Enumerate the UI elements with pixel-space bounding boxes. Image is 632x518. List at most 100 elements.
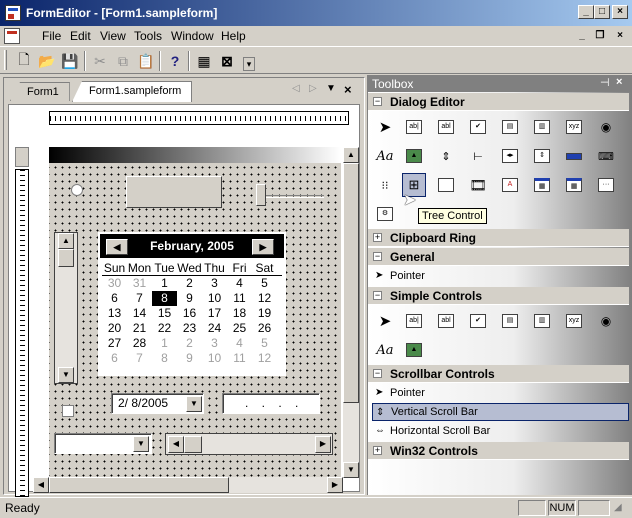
designer-scroll-right-icon[interactable]: ▶ (327, 477, 343, 493)
combo-box[interactable]: ▼ (54, 433, 152, 454)
copy-icon[interactable]: ⧉ (113, 51, 133, 71)
previous-month-button[interactable]: ◀ (106, 239, 128, 255)
calendar-day[interactable]: 11 (227, 291, 252, 306)
toolbox-close-icon[interactable]: × (616, 76, 622, 88)
static-text-icon[interactable]: ab| (402, 309, 426, 333)
ip-address-field[interactable]: . . . . (222, 393, 320, 414)
date-picker[interactable]: 2/ 8/2005 ▼ (111, 393, 204, 414)
tree-tool-icon[interactable]: ⊢ (466, 144, 490, 168)
calendar-day[interactable]: 10 (202, 291, 227, 306)
scroll-down-icon[interactable]: ▼ (58, 367, 74, 383)
expand-icon[interactable]: + (373, 446, 382, 455)
general-pointer-item[interactable]: ➤ Pointer (372, 267, 629, 285)
vertical-scrollbar-control[interactable]: ▲ ▼ (54, 232, 78, 384)
hotkey-tool-icon[interactable]: ⌨ (594, 144, 618, 168)
spin-tool-icon[interactable]: ⇕ (434, 144, 458, 168)
combo-dropdown-icon[interactable]: ▼ (133, 436, 149, 452)
collapse-icon[interactable]: − (373, 252, 382, 261)
checkbox-tool-icon[interactable]: ✔ (466, 115, 490, 139)
designer-vscroll-thumb[interactable] (343, 163, 359, 403)
calendar-day[interactable]: 3 (202, 336, 227, 351)
cut-icon[interactable]: ✂ (90, 51, 110, 71)
ip-address-tool-icon[interactable]: ··· (594, 173, 618, 197)
calendar-day[interactable]: 12 (252, 291, 277, 306)
expand-icon[interactable]: + (373, 233, 382, 242)
calendar-day[interactable]: 2 (177, 276, 202, 291)
month-calendar[interactable]: ◀ February, 2005 ▶ Sun Mon Tue Wed Thu Fri Sat… (98, 232, 286, 376)
calendar-day[interactable]: 5 (252, 276, 277, 291)
list-box-icon[interactable]: ▥ (530, 115, 554, 139)
static-text-icon[interactable]: ab| (402, 115, 426, 139)
calendar-day[interactable]: 19 (252, 306, 277, 321)
calendar-day[interactable]: 8 (152, 351, 177, 366)
calendar-day[interactable]: 12 (252, 351, 277, 366)
calendar-day[interactable]: 7 (127, 291, 152, 306)
menu-view[interactable]: View (100, 29, 126, 43)
help-icon[interactable]: ? (165, 51, 185, 71)
picture-tool-icon[interactable]: ▲ (402, 338, 426, 362)
scroll-thumb[interactable] (58, 249, 74, 267)
calendar-day[interactable]: 9 (177, 291, 202, 306)
list-box-icon[interactable]: ▥ (530, 309, 554, 333)
radio-button[interactable] (71, 184, 83, 196)
designer-horizontal-scrollbar[interactable]: ◀ ▶ (33, 477, 343, 493)
close-window-icon[interactable]: ⊠ (217, 51, 237, 71)
group-scrollbar-controls[interactable]: − Scrollbar Controls (368, 365, 629, 383)
calendar-day[interactable]: 6 (102, 291, 127, 306)
calendar-day[interactable]: 28 (127, 336, 152, 351)
calendar-day[interactable]: 14 (127, 306, 152, 321)
calendar-day[interactable]: 18 (227, 306, 252, 321)
calendar-day[interactable]: 11 (227, 351, 252, 366)
menu-help[interactable]: Help (221, 29, 246, 43)
calendar-day[interactable]: 30 (102, 276, 127, 291)
menu-window[interactable]: Window (171, 29, 214, 43)
combo-box-tool-icon[interactable]: xyz (562, 309, 586, 333)
calendar-day[interactable]: 7 (127, 351, 152, 366)
list-view-tool-icon[interactable]: ⁝⁝ (373, 173, 397, 197)
mdi-restore-button[interactable]: ❐ (594, 30, 606, 41)
open-folder-icon[interactable]: 📂 (37, 51, 57, 71)
scroll-left-icon[interactable]: ◀ (168, 436, 184, 453)
calendar-day[interactable]: 25 (227, 321, 252, 336)
calendar-day[interactable]: 20 (102, 321, 127, 336)
calendar-day[interactable]: 5 (252, 336, 277, 351)
designer-scroll-left-icon[interactable]: ◀ (33, 477, 49, 493)
calendar-day[interactable]: 4 (227, 336, 252, 351)
calendar-day[interactable]: 13 (102, 306, 127, 321)
app-icon[interactable] (5, 5, 21, 21)
paste-icon[interactable]: 📋 (136, 51, 156, 71)
slider-thumb[interactable] (256, 184, 266, 206)
group-clipboard-ring[interactable]: + Clipboard Ring (368, 229, 629, 247)
tab-close-icon[interactable]: × (344, 82, 352, 97)
scroll-right-icon[interactable]: ▶ (315, 436, 331, 453)
toolbar-grip[interactable] (4, 50, 7, 70)
radio-tool-icon[interactable]: ◉ (594, 309, 618, 333)
animate-tool-icon[interactable]: 🎞 (466, 173, 490, 197)
checkbox-tool-icon[interactable]: ✔ (466, 309, 490, 333)
tab-scroll-right-icon[interactable]: ▷ (309, 83, 317, 94)
picture-tool-icon[interactable]: ▲ (402, 144, 426, 168)
calendar-day[interactable]: 3 (202, 276, 227, 291)
collapse-icon[interactable]: − (373, 97, 382, 106)
group-simple-controls[interactable]: − Simple Controls (368, 287, 629, 305)
combo-box-tool-icon[interactable]: xyz (562, 115, 586, 139)
checkbox[interactable] (62, 405, 74, 417)
radio-tool-icon[interactable]: ◉ (594, 115, 618, 139)
calendar-day[interactable]: 9 (177, 351, 202, 366)
calendar-day[interactable]: 17 (202, 306, 227, 321)
group-box-icon[interactable]: ▤ (498, 115, 522, 139)
next-month-button[interactable]: ▶ (252, 239, 274, 255)
menu-tools[interactable]: Tools (134, 29, 162, 43)
collapse-icon[interactable]: − (373, 291, 382, 300)
close-button[interactable]: × (612, 5, 628, 19)
calendar-day[interactable]: 24 (202, 321, 227, 336)
maximize-button[interactable]: □ (594, 5, 610, 19)
calendar-day[interactable]: 10 (202, 351, 227, 366)
progress-tool-icon[interactable] (562, 144, 586, 168)
scroll-up-icon[interactable]: ▲ (58, 233, 74, 249)
vertical-scroll-bar-item[interactable]: ⇕ Vertical Scroll Bar (372, 403, 629, 421)
designer-scroll-down-icon[interactable]: ▼ (343, 462, 359, 478)
calendar-day[interactable]: 15 (152, 306, 177, 321)
properties-icon[interactable]: ▦ (194, 51, 214, 71)
collapse-icon[interactable]: − (373, 369, 382, 378)
